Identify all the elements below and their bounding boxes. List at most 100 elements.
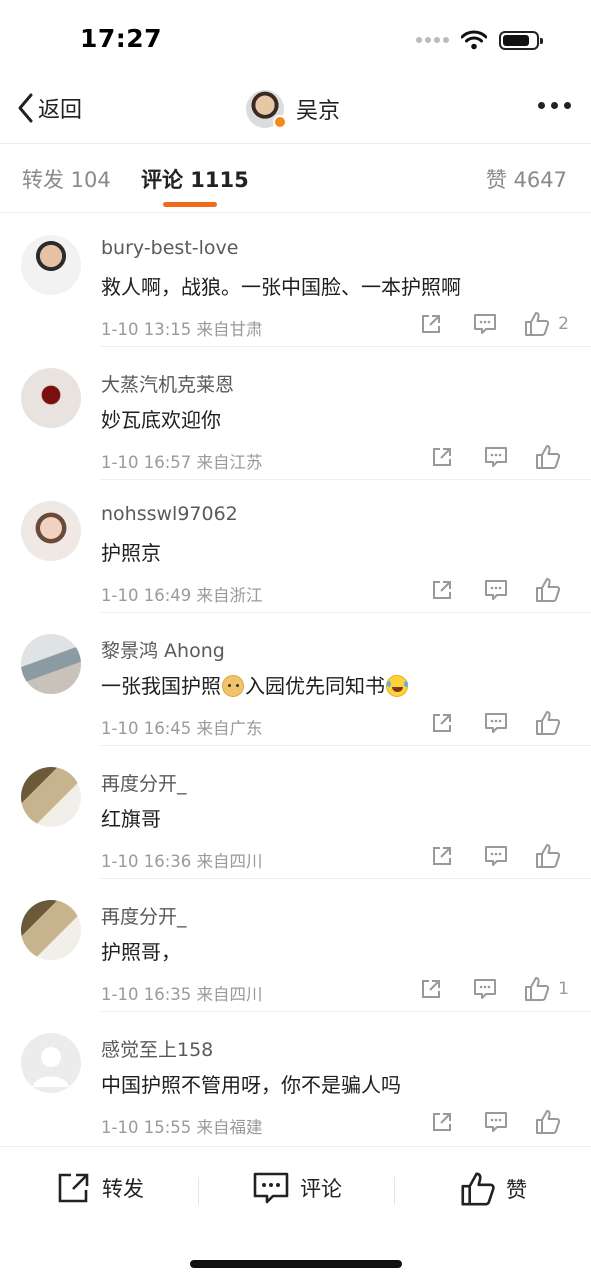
share-icon (58, 1173, 89, 1203)
like-button[interactable] (535, 444, 569, 470)
like-button[interactable] (535, 577, 569, 603)
share-button[interactable] (429, 1109, 455, 1135)
reply-button[interactable] (483, 843, 509, 869)
reply-button[interactable] (483, 1109, 509, 1135)
status-bar: 17:27 (0, 0, 591, 80)
comment-text: 救人啊，战狼。一张中国脸、一本护照啊 (101, 275, 461, 299)
share-icon (433, 847, 451, 865)
share-button[interactable] (429, 444, 455, 470)
comment-username[interactable]: 再度分开_ (101, 902, 187, 929)
like-label: 赞 (506, 1178, 527, 1202)
comment-button[interactable]: 评论 (252, 1171, 342, 1205)
reply-button[interactable] (472, 976, 498, 1002)
comment-item[interactable]: 再度分开_ 红旗哥 1-10 16:36 来自四川 (0, 746, 591, 879)
share-button[interactable] (429, 843, 455, 869)
comment-item[interactable]: bury-best-love 救人啊，战狼。一张中国脸、一本护照啊 1-10 1… (0, 214, 591, 347)
comment-icon (253, 1172, 289, 1204)
avatar[interactable] (21, 634, 81, 694)
share-icon (433, 581, 451, 599)
comment-item[interactable]: 再度分开_ 护照哥， 1-10 16:35 来自四川 1 (0, 879, 591, 1012)
reply-button[interactable] (472, 311, 498, 337)
like-button[interactable]: 赞 (460, 1171, 527, 1207)
comment-text-part: 一张我国护照 (101, 674, 221, 698)
comment-item[interactable]: 大蒸汽机克莱恩 妙瓦底欢迎你 1-10 16:57 来自江苏 (0, 347, 591, 480)
comment-actions: 1 (390, 976, 569, 1002)
comment-username[interactable]: 感觉至上158 (101, 1035, 213, 1062)
avatar[interactable] (21, 235, 81, 295)
like-count: 2 (558, 314, 569, 334)
verified-badge-icon (273, 115, 287, 129)
comment-username[interactable]: 黎景鸿 Ahong (101, 636, 225, 663)
thumbs-up-icon (536, 445, 561, 469)
comment-location: 来自浙江 (196, 586, 263, 605)
comment-meta: 1-10 16:49 来自浙江 (101, 582, 263, 606)
comment-icon (485, 713, 507, 733)
share-button[interactable] (429, 577, 455, 603)
tab-likes[interactable]: 赞 4647 (486, 164, 567, 194)
avatar[interactable] (21, 767, 81, 827)
like-button[interactable] (535, 843, 569, 869)
comment-meta: 1-10 16:57 来自江苏 (101, 449, 263, 473)
comment-label: 评论 (300, 1177, 342, 1201)
laugh-cry-emoji-icon (386, 675, 408, 697)
more-options-button[interactable] (538, 102, 571, 109)
comment-time: 1-10 16:45 (101, 719, 192, 738)
thumbs-up-icon (536, 578, 561, 602)
reply-button[interactable] (483, 444, 509, 470)
comment-icon (474, 314, 497, 334)
comment-icon (485, 846, 507, 866)
comment-text: 中国护照不管用呀，你不是骗人吗 (101, 1073, 401, 1097)
comment-item[interactable]: 感觉至上158 中国护照不管用呀，你不是骗人吗 1-10 15:55 来自福建 (0, 1012, 591, 1145)
avatar[interactable] (21, 501, 81, 561)
share-button[interactable] (418, 311, 444, 337)
avatar[interactable] (21, 900, 81, 960)
comment-location: 来自甘肃 (196, 320, 263, 339)
home-indicator[interactable] (190, 1260, 402, 1268)
active-tab-indicator (163, 202, 217, 207)
comment-location: 来自江苏 (196, 453, 263, 472)
comment-meta: 1-10 13:15 来自甘肃 (101, 316, 263, 340)
share-icon (433, 714, 451, 732)
status-time: 17:27 (80, 24, 163, 53)
avatar[interactable] (21, 368, 81, 428)
tab-comments[interactable]: 评论 1115 (141, 164, 249, 194)
like-button[interactable]: 2 (524, 311, 569, 337)
comment-location: 来自广东 (196, 719, 263, 738)
comment-icon (474, 979, 497, 999)
like-button[interactable]: 1 (524, 976, 569, 1002)
comment-username[interactable]: nohsswl97062 (101, 503, 238, 525)
default-avatar-icon (33, 1047, 69, 1087)
comment-username[interactable]: bury-best-love (101, 237, 238, 259)
comment-time: 1-10 16:36 (101, 852, 192, 871)
comment-text: 一张我国护照 入园优先同知书 (101, 670, 409, 699)
comment-meta: 1-10 16:36 来自四川 (101, 848, 263, 872)
comment-item[interactable]: 黎景鸿 Ahong 一张我国护照 入园优先同知书 1-10 16:45 来自广东 (0, 613, 591, 746)
thumbs-up-icon (461, 1172, 495, 1206)
thumbs-up-icon (536, 711, 561, 735)
reply-button[interactable] (483, 577, 509, 603)
nav-bar: 返回 吴京 (0, 80, 591, 144)
author-avatar[interactable] (246, 90, 287, 129)
share-button[interactable] (429, 710, 455, 736)
share-button[interactable] (418, 976, 444, 1002)
comment-time: 1-10 16:57 (101, 453, 192, 472)
comment-actions (401, 577, 569, 603)
divider (0, 212, 591, 213)
like-button[interactable] (535, 1109, 569, 1135)
battery-icon (499, 30, 543, 50)
comment-username[interactable]: 再度分开_ (101, 769, 187, 796)
back-label: 返回 (38, 98, 83, 123)
comment-item[interactable]: nohsswl97062 护照京 1-10 16:49 来自浙江 (0, 480, 591, 613)
tab-reposts[interactable]: 转发 104 (22, 164, 111, 194)
avatar[interactable] (21, 1033, 81, 1093)
comment-username[interactable]: 大蒸汽机克莱恩 (101, 370, 234, 397)
nav-title[interactable]: 吴京 (246, 90, 340, 129)
like-button[interactable] (535, 710, 569, 736)
comment-meta: 1-10 16:45 来自广东 (101, 715, 263, 739)
back-button[interactable]: 返回 (16, 92, 82, 124)
repost-button[interactable]: 转发 (56, 1171, 144, 1205)
repost-label: 转发 (102, 1177, 144, 1201)
comment-actions: 2 (390, 311, 569, 337)
battery-level (503, 34, 529, 46)
reply-button[interactable] (483, 710, 509, 736)
